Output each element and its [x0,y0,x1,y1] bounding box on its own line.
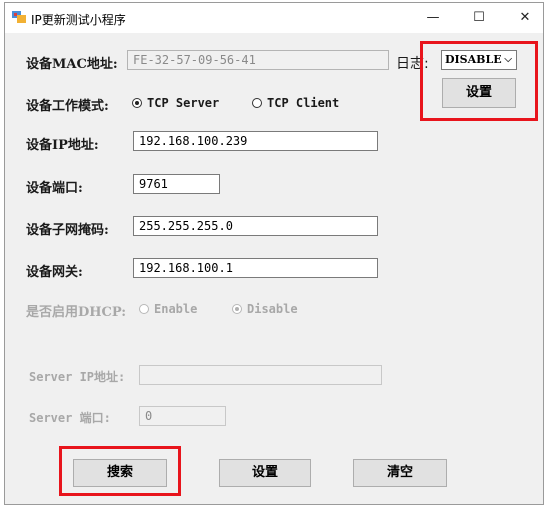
radio-unselected-icon [139,304,149,314]
highlight-box-search [59,446,181,496]
radio-tcp-client[interactable]: TCP Client [252,96,339,110]
clear-button[interactable]: 清空 [353,459,447,487]
maximize-button[interactable]: ☐ [456,3,502,33]
radio-selected-icon [132,98,142,108]
port-label: 设备端口: [26,181,83,196]
radio-dhcp-disable-label: Disable [247,302,298,316]
minimize-icon: — [426,10,440,25]
close-icon: ✕ [519,10,531,25]
highlight-box-log [420,41,538,121]
mode-label: 设备工作模式: [26,99,109,114]
port-field[interactable]: 9761 [133,174,220,194]
server-ip-field[interactable] [139,365,382,385]
radio-unselected-icon [252,98,262,108]
dhcp-label: 是否启用DHCP: [26,305,127,320]
radio-dhcp-enable-label: Enable [154,302,198,316]
radio-tcp-server-label: TCP Server [147,96,220,110]
title-bar: IP更新测试小程序 — ☐ ✕ [5,3,543,33]
app-icon [12,11,26,23]
radio-tcp-server[interactable]: TCP Server [132,96,219,110]
radio-tcp-client-label: TCP Client [267,96,340,110]
server-port-label: Server 端口: [29,411,111,425]
maximize-icon: ☐ [473,10,485,25]
radio-selected-icon [232,304,242,314]
server-port-field[interactable]: 0 [139,406,226,426]
window-title: IP更新测试小程序 [31,13,126,27]
mac-field[interactable]: FE-32-57-09-56-41 [127,50,389,70]
subnet-field[interactable]: 255.255.255.0 [133,216,378,236]
subnet-label: 设备子网掩码: [26,223,109,238]
radio-dhcp-enable[interactable]: Enable [139,302,197,316]
server-ip-label: Server IP地址: [29,370,126,384]
ip-label: 设备IP地址: [26,138,99,153]
set-button[interactable]: 设置 [219,459,311,487]
close-button[interactable]: ✕ [502,3,548,33]
gateway-field[interactable]: 192.168.100.1 [133,258,378,278]
minimize-button[interactable]: — [410,3,456,33]
radio-dhcp-disable[interactable]: Disable [232,302,298,316]
gateway-label: 设备网关: [26,265,83,280]
mac-label: 设备MAC地址: [26,57,118,72]
app-window: IP更新测试小程序 — ☐ ✕ 设备MAC地址: FE-32-57-09-56-… [4,2,544,505]
ip-field[interactable]: 192.168.100.239 [133,131,378,151]
